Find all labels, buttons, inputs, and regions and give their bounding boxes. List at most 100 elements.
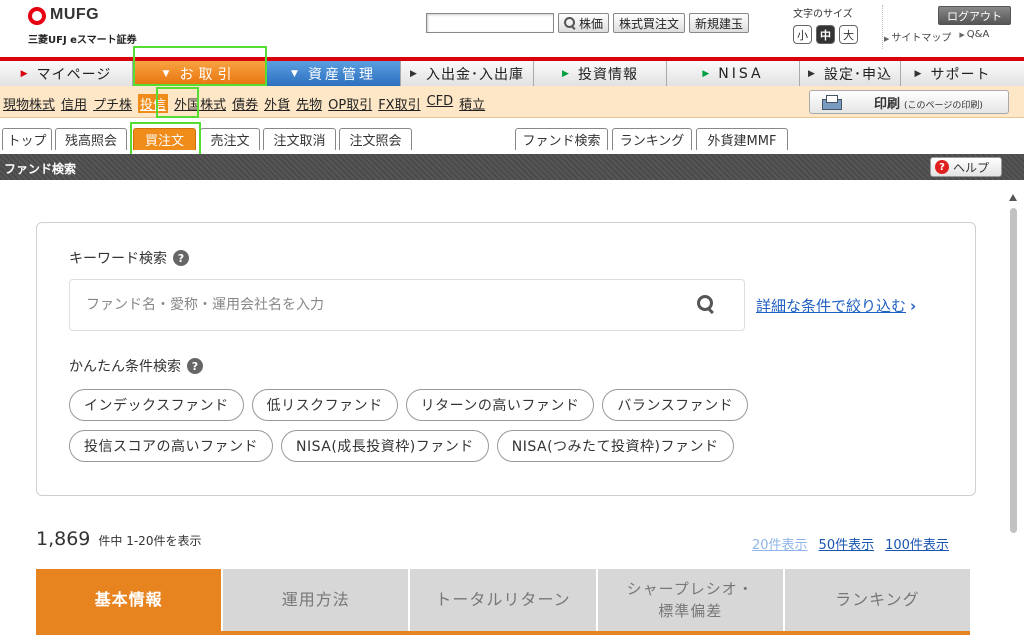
stock-price-button[interactable]: 株価: [558, 13, 610, 33]
per-page-20[interactable]: 20件表示: [752, 534, 808, 553]
sub-nav-futures[interactable]: 先物: [296, 94, 322, 113]
stock-buy-order-button[interactable]: 株式買注文: [613, 13, 686, 33]
sub-nav-cfd[interactable]: CFD: [427, 94, 454, 113]
result-view-tabs: 基本情報 運用方法 トータルリターン シャープレシオ・標準偏差 ランキング: [36, 569, 971, 635]
arrow-right-icon: ▶: [808, 68, 816, 79]
sub-nav-foreign-currency[interactable]: 外貨: [264, 94, 290, 113]
logo-subtitle: 三菱UFJ eスマート証券: [28, 35, 137, 46]
page-title: ファンド検索: [4, 162, 77, 176]
main-nav-deposit[interactable]: ▶ 入出金･入出庫: [401, 61, 534, 86]
result-count-number: 1,869: [36, 528, 91, 550]
arrow-right-icon: ▶: [959, 31, 965, 39]
sub-nav-spot-stock[interactable]: 現物株式: [3, 94, 55, 113]
chip-index-fund[interactable]: インデックスファンド: [69, 389, 244, 421]
header: MUFG 三菱UFJ eスマート証券 株価 株式買注文 新規建玉 文字のサイズ …: [0, 0, 1024, 54]
page: MUFG 三菱UFJ eスマート証券 株価 株式買注文 新規建玉 文字のサイズ …: [0, 0, 1024, 635]
stock-code-input[interactable]: [426, 13, 554, 33]
tab-fund-search[interactable]: ファンド検索: [515, 128, 608, 150]
question-icon[interactable]: ?: [187, 358, 203, 374]
scroll-thumb[interactable]: [1010, 208, 1017, 533]
sub-nav-foreign-stock[interactable]: 外国株式: [174, 94, 226, 113]
font-size-large-button[interactable]: 大: [839, 25, 858, 44]
main-nav-nisa[interactable]: ▶ NISA: [667, 61, 800, 86]
print-button[interactable]: 印刷 (このページの印刷): [809, 90, 1009, 114]
fund-search-card: キーワード検索 ? 詳細な条件で絞り込む› かんたん条件検索 ? インデックスフ…: [36, 222, 976, 496]
scrollbar[interactable]: [1006, 192, 1020, 635]
tab-foreign-mmf[interactable]: 外貨建MMF: [696, 128, 788, 150]
chip-low-risk-fund[interactable]: 低リスクファンド: [251, 389, 398, 421]
main-nav-mypage[interactable]: ▶ マイページ: [0, 61, 133, 86]
sub-nav-margin[interactable]: 信用: [61, 94, 87, 113]
main-nav-trade[interactable]: ▼ お取引: [133, 61, 267, 86]
view-tab-basic-info[interactable]: 基本情報: [36, 569, 222, 631]
scroll-up-arrow-icon[interactable]: [1009, 194, 1017, 201]
font-size-medium-button[interactable]: 中: [816, 25, 835, 44]
keyword-search-label: キーワード検索 ?: [69, 248, 189, 268]
view-tab-management-method[interactable]: 運用方法: [223, 569, 409, 631]
keyword-search-input[interactable]: [69, 279, 745, 331]
stock-price-label: 株価: [579, 16, 604, 31]
sub-nav-fx[interactable]: FX取引: [378, 94, 420, 113]
result-count-text: 件中 1-20件を表示: [98, 534, 202, 548]
arrow-right-icon: ▶: [914, 68, 923, 79]
view-tab-underline: [36, 631, 970, 635]
main-nav-settings[interactable]: ▶ 設定･申込: [800, 61, 901, 86]
arrow-right-icon: ▶: [410, 68, 418, 79]
tab-balance[interactable]: 残高照会: [55, 128, 127, 150]
font-size-selector: 文字のサイズ 小 中 大: [793, 5, 883, 49]
arrow-right-icon: ▶: [20, 68, 29, 79]
chip-balance-fund[interactable]: バランスファンド: [602, 389, 749, 421]
per-page-100[interactable]: 100件表示: [885, 534, 949, 553]
chip-nisa-growth-fund[interactable]: NISA(成長投資枠)ファンド: [281, 430, 489, 462]
tab-top[interactable]: トップ: [2, 128, 52, 150]
view-tab-ranking[interactable]: ランキング: [784, 569, 971, 631]
sub-nav: 現物株式 信用 プチ株 投信 外国株式 債券 外貨 先物 OP取引 FX取引 C…: [0, 86, 1024, 118]
margin-new-button[interactable]: 新規建玉: [689, 13, 750, 33]
help-button[interactable]: ? ヘルプ: [930, 157, 1002, 177]
tab-sell-order[interactable]: 売注文: [200, 128, 260, 150]
qa-link[interactable]: ▶ Q&A: [959, 29, 989, 44]
sitemap-link[interactable]: ▶ サイトマップ: [884, 29, 951, 44]
product-links: 現物株式 信用 プチ株 投信 外国株式 債券 外貨 先物 OP取引 FX取引 C…: [3, 94, 491, 113]
chevron-down-icon: ▼: [291, 68, 298, 79]
title-bar: ファンド検索 ? ヘルプ: [0, 154, 1024, 180]
sub-nav-investment-trust[interactable]: 投信: [138, 94, 169, 113]
tab-order-inquiry[interactable]: 注文照会: [339, 128, 412, 150]
help-label: ヘルプ: [953, 160, 990, 175]
arrow-right-icon: ▶: [562, 68, 570, 79]
sub-nav-accumulation[interactable]: 積立: [459, 94, 485, 113]
logout-button[interactable]: ログアウト: [938, 6, 1011, 25]
tab-cancel-order[interactable]: 注文取消: [263, 128, 336, 150]
chip-high-return-fund[interactable]: リターンの高いファンド: [405, 389, 595, 421]
chip-nisa-tsumitate-fund[interactable]: NISA(つみたて投資枠)ファンド: [496, 430, 734, 462]
easy-search-chips-row-1: インデックスファンド 低リスクファンド リターンの高いファンド バランスファンド: [69, 389, 949, 421]
main-nav: ▶ マイページ ▼ お取引 ▼ 資産管理 ▶ 入出金･入出庫 ▶ 投資情報 ▶ …: [0, 57, 1024, 86]
mufg-logo-mark-icon: [28, 7, 46, 25]
tab-ranking[interactable]: ランキング: [612, 128, 692, 150]
question-icon[interactable]: ?: [173, 250, 189, 266]
search-icon: [564, 17, 576, 29]
chip-high-score-fund[interactable]: 投信スコアの高いファンド: [69, 430, 273, 462]
font-size-small-button[interactable]: 小: [793, 25, 812, 44]
view-tab-total-return[interactable]: トータルリターン: [410, 569, 596, 631]
logo-text: MUFG: [50, 6, 100, 23]
sub-nav-petit-stock[interactable]: プチ株: [93, 94, 132, 113]
result-count: 1,869 件中 1-20件を表示: [36, 528, 201, 550]
detailed-filter-link[interactable]: 詳細な条件で絞り込む ›: [756, 295, 916, 316]
per-page-50[interactable]: 50件表示: [819, 534, 875, 553]
stock-search-bar: 株価 株式買注文 新規建玉: [426, 12, 750, 34]
arrow-right-icon: ▶: [884, 35, 890, 43]
main-nav-support[interactable]: ▶ サポート: [901, 61, 1004, 86]
main-nav-investment-info[interactable]: ▶ 投資情報: [534, 61, 667, 86]
easy-search-label: かんたん条件検索 ?: [69, 356, 203, 376]
chevron-right-icon: ›: [910, 297, 917, 315]
print-label: 印刷 (このページの印刷): [874, 96, 983, 112]
search-icon[interactable]: [697, 295, 715, 313]
view-tab-sharpe-ratio[interactable]: シャープレシオ・標準偏差: [597, 569, 783, 631]
main-nav-asset-management[interactable]: ▼ 資産管理: [267, 61, 401, 86]
mufg-logo[interactable]: MUFG 三菱UFJ eスマート証券: [28, 6, 148, 46]
sub-nav-options[interactable]: OP取引: [328, 94, 372, 113]
sub-nav-bonds[interactable]: 債券: [232, 94, 258, 113]
tab-buy-order[interactable]: 買注文: [133, 128, 196, 150]
chevron-down-icon: ▼: [162, 68, 170, 79]
